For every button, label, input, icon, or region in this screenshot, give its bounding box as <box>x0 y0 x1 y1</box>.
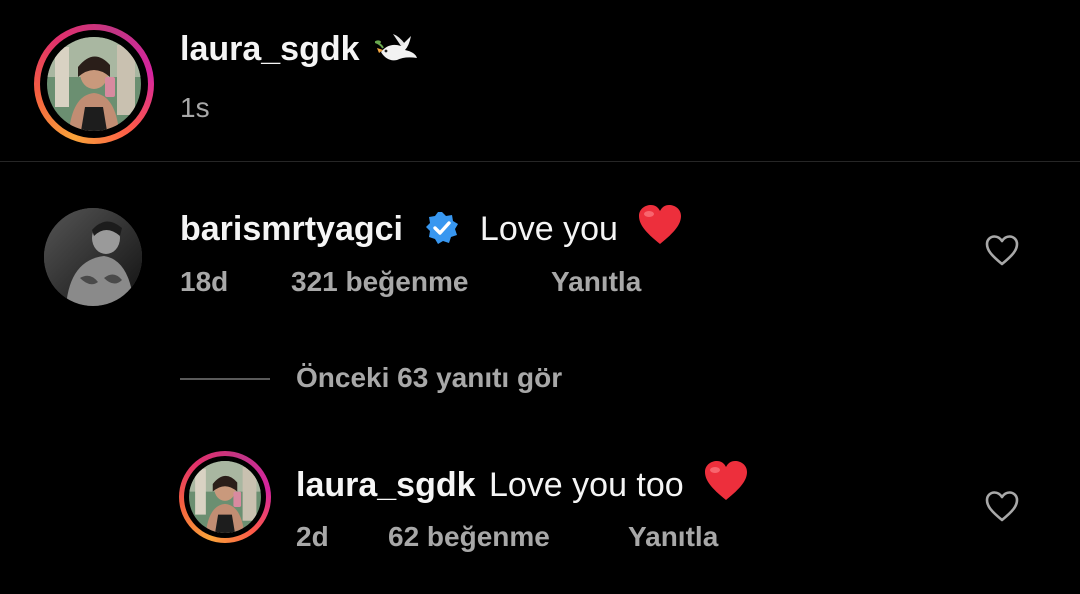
dove-icon <box>374 30 419 68</box>
reply-likes[interactable]: 62 beğenme <box>388 521 550 553</box>
comment-reply-button[interactable]: Yanıtla <box>551 266 641 298</box>
verified-badge-icon <box>424 210 460 246</box>
header-divider <box>0 161 1080 162</box>
post-author-avatar <box>47 37 141 131</box>
comment-likes[interactable]: 321 beğenme <box>291 266 468 298</box>
comment-like-heart-icon[interactable] <box>985 234 1019 268</box>
reply-time: 2d <box>296 521 329 552</box>
red-heart-emoji-icon <box>703 460 749 502</box>
red-heart-emoji-icon <box>637 204 683 246</box>
replies-line-divider <box>180 378 270 380</box>
comment-line: barismrtyagci Love you <box>180 204 683 249</box>
reply-author-username[interactable]: laura_sgdk <box>296 466 476 504</box>
reply-line: laura_sgdk Love you too <box>296 460 749 505</box>
comment-text: Love you <box>479 210 618 248</box>
comment-author-username[interactable]: barismrtyagci <box>180 210 403 248</box>
comment-author-avatar[interactable] <box>44 208 142 306</box>
reply-author-avatar <box>189 461 261 533</box>
reply-like-heart-icon[interactable] <box>985 490 1019 524</box>
reply-author-avatar-ring[interactable] <box>179 451 271 543</box>
post-author-avatar-ring[interactable] <box>34 24 154 144</box>
post-author-name: laura_sgdk <box>180 30 360 68</box>
comment-time: 18d <box>180 266 229 297</box>
reply-reply-button[interactable]: Yanıtla <box>628 521 718 553</box>
post-time: 1s <box>180 92 210 123</box>
post-author-username[interactable]: laura_sgdk <box>180 30 419 69</box>
view-previous-replies-label[interactable]: Önceki 63 yanıtı gör <box>296 362 562 394</box>
reply-meta: 2d 62 beğenme Yanıtla <box>296 521 718 553</box>
comment-meta: 18d 321 beğenme Yanıtla <box>180 266 641 298</box>
reply-text: Love you too <box>488 466 684 504</box>
